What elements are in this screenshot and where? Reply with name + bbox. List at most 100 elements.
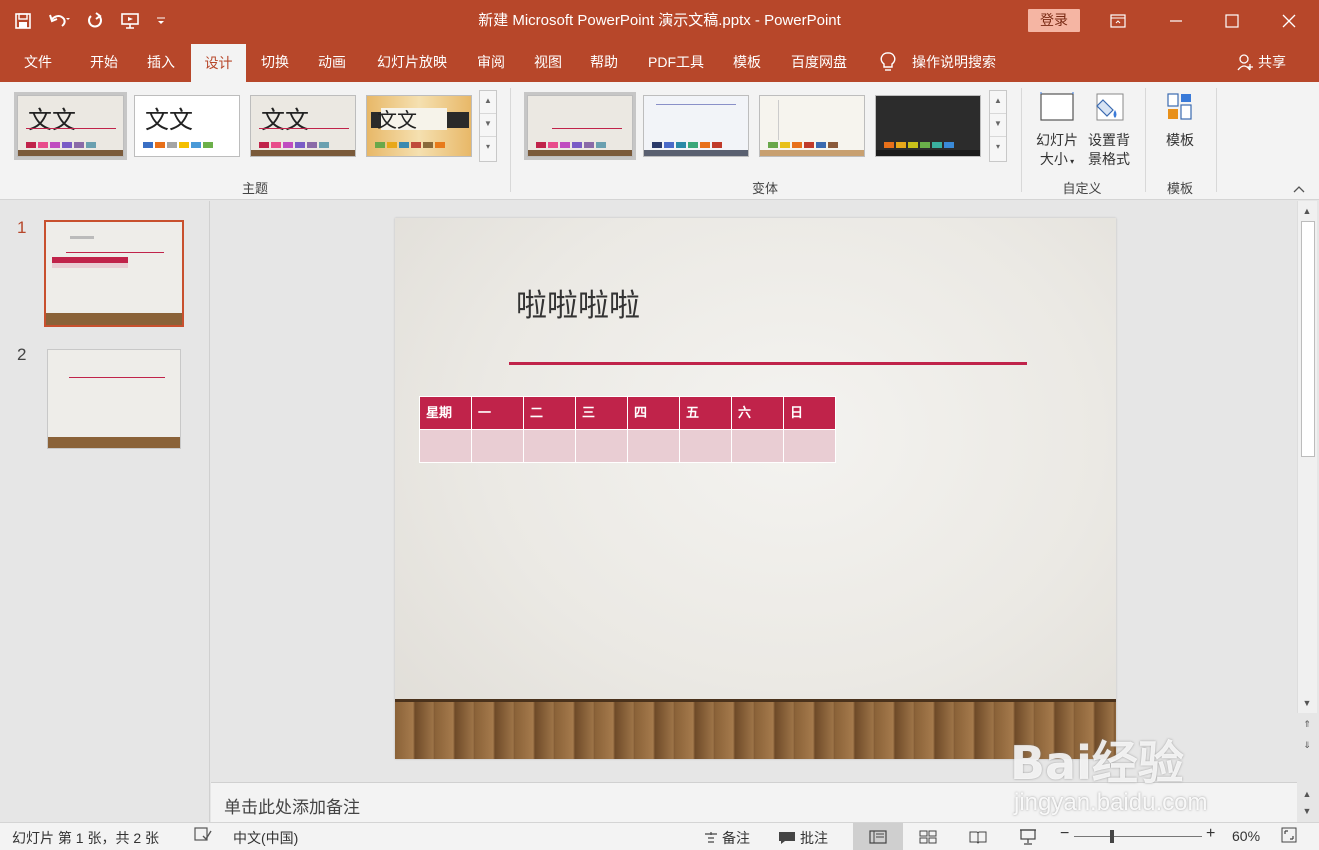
theme-sample-text: 文文 (145, 106, 193, 134)
notes-scroll-up-icon[interactable]: ▲ (1299, 786, 1315, 802)
customize-group-label: 自定义 (1062, 181, 1102, 196)
tab-baidu-netdisk[interactable]: 百度网盘 (780, 42, 858, 82)
table-header-cell[interactable]: 六 (731, 396, 784, 430)
title-bar: 新建 Microsoft PowerPoint 演示文稿.pptx - Powe… (0, 0, 1319, 42)
reading-view-button[interactable] (953, 823, 1003, 850)
table-cell[interactable] (679, 429, 732, 463)
share-button[interactable]: 共享 (1236, 42, 1286, 82)
next-slide-icon[interactable]: ⇓ (1299, 737, 1315, 753)
tab-transitions[interactable]: 切换 (248, 42, 302, 82)
customize-qat-icon[interactable] (154, 8, 168, 34)
format-background-label-2: 景格式 (1088, 151, 1130, 167)
variant-thumbnail-3[interactable] (759, 95, 865, 157)
tab-review[interactable]: 审阅 (464, 42, 518, 82)
table-header-cell[interactable]: 星期 (419, 396, 472, 430)
slide-size-button[interactable]: 幻灯片 大小 ▾ (1031, 90, 1083, 171)
spell-check-icon[interactable] (194, 827, 212, 846)
scroll-up-icon[interactable]: ▲ (1299, 203, 1315, 219)
scroll-down-icon[interactable]: ▼ (1299, 695, 1315, 711)
slide-thumbnail-2[interactable] (47, 349, 181, 449)
normal-view-button[interactable] (853, 823, 903, 850)
comments-toggle-button[interactable]: 批注 (778, 828, 828, 848)
week-table[interactable]: 星期 一 二 三 四 五 六 日 (419, 396, 836, 463)
slide-thumbnail-1[interactable] (44, 220, 184, 327)
tab-help[interactable]: 帮助 (577, 42, 631, 82)
table-cell[interactable] (627, 429, 680, 463)
tab-insert[interactable]: 插入 (134, 42, 188, 82)
variant-thumbnail-4[interactable] (875, 95, 981, 157)
theme-thumbnail-3[interactable]: 文文 (250, 95, 356, 157)
variant-thumbnail-1[interactable] (524, 92, 636, 160)
previous-slide-icon[interactable]: ⇑ (1299, 716, 1315, 732)
notes-icon (705, 832, 717, 843)
theme-gallery-scroll[interactable]: ▲ ▼ ▾ (479, 90, 497, 162)
tell-me-search[interactable]: 操作说明搜索 (878, 42, 996, 82)
slideshow-icon (1020, 829, 1036, 845)
notes-scroll-down-icon[interactable]: ▼ (1299, 803, 1315, 819)
tab-design[interactable]: 设计 (191, 44, 246, 82)
maximize-icon[interactable] (1204, 0, 1260, 42)
normal-view-icon (869, 830, 887, 844)
tab-view[interactable]: 视图 (521, 42, 575, 82)
zoom-in-button[interactable]: + (1206, 825, 1215, 843)
tab-file[interactable]: 文件 (12, 42, 64, 82)
table-header-cell[interactable]: 一 (471, 396, 524, 430)
tab-pdf-tools[interactable]: PDF工具 (636, 42, 716, 82)
variant-thumbnail-2[interactable] (643, 95, 749, 157)
theme-thumbnail-1[interactable]: 文文 (14, 92, 127, 160)
table-cell[interactable] (471, 429, 524, 463)
table-header-cell[interactable]: 四 (627, 396, 680, 430)
tab-animations[interactable]: 动画 (305, 42, 359, 82)
language-status[interactable]: 中文(中国) (233, 828, 298, 848)
table-cell[interactable] (523, 429, 576, 463)
notes-pane[interactable]: 单击此处添加备注 (211, 782, 1297, 822)
slide-count-status: 幻灯片 第 1 张，共 2 张 (12, 830, 160, 846)
table-header-cell[interactable]: 三 (575, 396, 628, 430)
tab-slideshow[interactable]: 幻灯片放映 (365, 42, 459, 82)
slide-size-icon (1040, 92, 1074, 121)
notes-toggle-button[interactable]: 备注 (704, 828, 750, 848)
template-button-label: 模板 (1166, 132, 1194, 148)
zoom-level[interactable]: 60% (1232, 828, 1260, 844)
theme-group-label: 主题 (241, 181, 268, 196)
slide-number-1: 1 (17, 218, 27, 237)
redo-icon[interactable] (82, 8, 108, 34)
vertical-scrollbar[interactable] (1297, 201, 1317, 713)
table-cell[interactable] (575, 429, 628, 463)
zoom-slider[interactable] (1074, 836, 1202, 837)
format-background-button[interactable]: 设置背 景格式 (1084, 90, 1134, 169)
theme-thumbnail-4[interactable]: 文文 (366, 95, 472, 157)
theme-thumbnail-2[interactable]: 文文 (134, 95, 240, 157)
present-from-start-icon[interactable] (118, 8, 144, 34)
fit-slide-to-window-icon[interactable] (1281, 827, 1297, 846)
table-cell[interactable] (731, 429, 784, 463)
slide-title[interactable]: 啦啦啦啦 (516, 280, 640, 325)
collapse-ribbon-icon[interactable] (1292, 182, 1306, 197)
status-bar: 幻灯片 第 1 张，共 2 张 中文(中国) 备注 批注 − + 60% (0, 822, 1319, 850)
table-cell[interactable] (783, 429, 836, 463)
ribbon-display-options-icon[interactable] (1090, 0, 1146, 42)
table-header-cell[interactable]: 二 (523, 396, 576, 430)
tab-templates[interactable]: 模板 (720, 42, 774, 82)
variant-group-label: 变体 (751, 181, 778, 196)
scrollbar-thumb[interactable] (1301, 221, 1315, 457)
zoom-slider-knob[interactable] (1110, 830, 1114, 843)
minimize-icon[interactable] (1148, 0, 1204, 42)
close-icon[interactable] (1261, 0, 1317, 42)
slideshow-view-button[interactable] (1003, 823, 1053, 850)
tab-home[interactable]: 开始 (76, 42, 132, 82)
document-title: 新建 Microsoft PowerPoint 演示文稿.pptx - Powe… (478, 12, 841, 29)
zoom-out-button[interactable]: − (1060, 825, 1069, 843)
variant-gallery-scroll[interactable]: ▲ ▼ ▾ (989, 90, 1007, 162)
slide-sorter-view-button[interactable] (903, 823, 953, 850)
undo-icon[interactable] (46, 8, 72, 34)
comments-toggle-label: 批注 (800, 830, 828, 846)
table-header-cell[interactable]: 五 (679, 396, 732, 430)
table-header-cell[interactable]: 日 (783, 396, 836, 430)
slide-canvas[interactable]: 啦啦啦啦 星期 一 二 三 四 五 六 日 (395, 218, 1116, 759)
save-icon[interactable] (10, 8, 36, 34)
login-button[interactable]: 登录 (1028, 9, 1080, 32)
reading-view-icon (969, 831, 987, 844)
template-button[interactable]: 模板 (1152, 90, 1208, 150)
table-cell[interactable] (419, 429, 472, 463)
